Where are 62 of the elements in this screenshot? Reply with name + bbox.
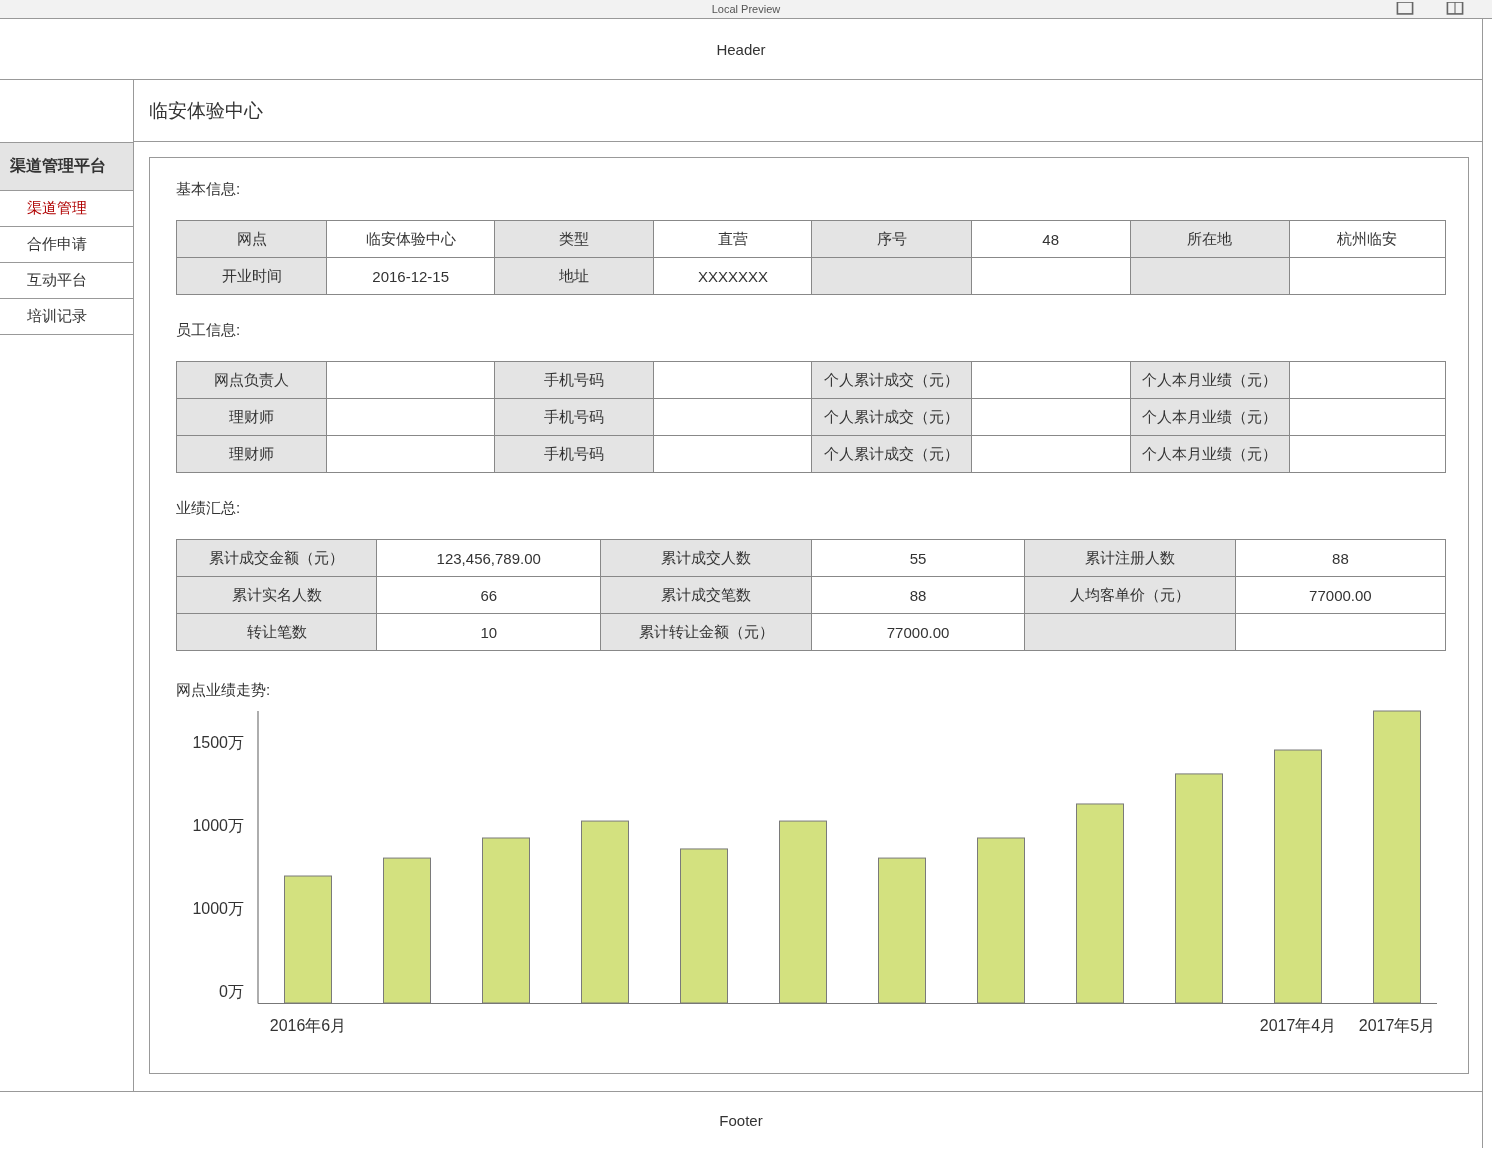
label-cell: 开业时间 [176,257,327,295]
label-cell: 累计成交人数 [600,539,812,577]
label-cell: 累计转让金额（元） [600,613,812,651]
label-cell: 类型 [494,220,654,258]
section-title: 基本信息: [176,179,242,199]
label-cell: 地址 [494,257,654,295]
page-title: 临安体验中心 [149,98,263,123]
value-cell: 55 [812,539,1025,577]
y-tick-label: 1000万 [192,900,244,918]
x-tick-label: 2016年6月 [269,1017,347,1035]
grid-icon[interactable] [1446,2,1464,15]
label-cell: 理财师 [176,398,327,436]
label-cell: 手机号码 [494,361,654,399]
value-cell: 88 [812,576,1025,614]
value-cell: XXXXXXX [653,257,812,295]
value-cell: 直营 [653,220,812,258]
label-cell: 所在地 [1130,220,1290,258]
label-cell: 网点 [176,220,327,258]
label-cell: 个人累计成交（元） [811,398,972,436]
label-cell: 手机号码 [494,398,654,436]
value-cell: 临安体验中心 [326,220,495,258]
value-cell: 48 [971,220,1131,258]
label-cell: 累计注册人数 [1024,539,1236,577]
label-cell: 个人本月业绩（元） [1130,398,1290,436]
label-cell: 个人本月业绩（元） [1130,361,1290,399]
value-cell: 杭州临安 [1289,220,1446,258]
label-cell: 个人累计成交（元） [811,361,972,399]
y-tick-label: 0万 [219,983,244,1001]
x-tick-label: 2017年5月 [1358,1017,1436,1035]
window-title: Local Preview [711,3,781,15]
footer-text: Footer [719,1111,763,1129]
sidebar-item[interactable]: 合作申请 [0,227,133,263]
label-cell: 人均客单价（元） [1024,576,1236,614]
value-cell: 66 [376,576,601,614]
header-text: Header [716,40,766,58]
label-cell: 累计成交笔数 [600,576,812,614]
y-tick-label: 1000万 [192,817,244,835]
section-title: 业绩汇总: [176,498,242,518]
label-cell: 序号 [811,220,972,258]
label-cell: 网点负责人 [176,361,327,399]
label-cell: 转让笔数 [176,613,377,651]
section-title: 网点业绩走势: [176,680,272,700]
x-tick-label: 2017年4月 [1259,1017,1337,1035]
label-cell: 个人累计成交（元） [811,435,972,473]
sidebar-item[interactable]: 渠道管理 [0,191,133,227]
y-tick-label: 1500万 [192,734,244,752]
label-cell: 手机号码 [494,435,654,473]
label-cell: 理财师 [176,435,327,473]
value-cell: 123,456,789.00 [376,539,601,577]
value-cell: 10 [376,613,601,651]
sidebar-item[interactable]: 培训记录 [0,299,133,335]
value-cell: 77000.00 [812,613,1025,651]
label-cell: 累计成交金额（元） [176,539,377,577]
value-cell: 88 [1235,539,1446,577]
value-cell: 2016-12-15 [326,257,495,295]
value-cell: 77000.00 [1235,576,1446,614]
label-cell: 个人本月业绩（元） [1130,435,1290,473]
section-title: 员工信息: [176,320,242,340]
sidebar-title: 渠道管理平台 [0,142,133,191]
sidebar-item[interactable]: 互动平台 [0,263,133,299]
label-cell: 累计实名人数 [176,576,377,614]
document-icon[interactable] [1396,2,1414,15]
